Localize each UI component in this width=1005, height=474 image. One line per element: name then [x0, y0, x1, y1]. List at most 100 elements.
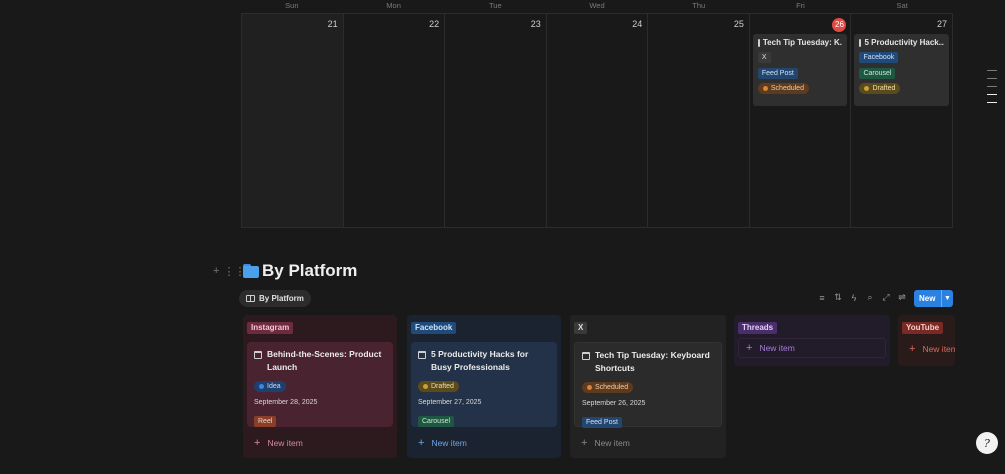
- status-label: Scheduled: [595, 384, 629, 391]
- sort-icon[interactable]: ⇅: [833, 292, 843, 303]
- event-title: Tech Tip Tuesday: K...: [762, 38, 843, 47]
- weekday-label: Wed: [589, 1, 605, 10]
- status-badge: Idea: [254, 381, 286, 392]
- calendar-day-cell[interactable]: 24: [547, 14, 649, 227]
- section-title[interactable]: By Platform: [262, 261, 357, 281]
- board-card[interactable]: 5 Productivity Hacks for Busy Profession…: [411, 342, 557, 427]
- calendar-event-card[interactable]: Tech Tip Tuesday: K... X Feed Post Sched…: [752, 34, 848, 106]
- help-label: ?: [984, 436, 990, 450]
- status-dot-icon: [259, 384, 264, 389]
- new-item-label: New item: [431, 438, 467, 448]
- format-tag: Feed Post: [582, 417, 622, 428]
- help-button[interactable]: ?: [976, 432, 998, 454]
- weekday-label: Tue: [488, 1, 502, 10]
- filter-icon[interactable]: ≡: [817, 293, 827, 303]
- card-date: September 26, 2025: [582, 400, 646, 407]
- board-card[interactable]: Behind-the-Scenes: Product Launch Idea S…: [247, 342, 393, 427]
- status-dot-icon: [864, 86, 870, 91]
- calendar-icon: [418, 351, 426, 359]
- new-item-label: New item: [759, 343, 795, 353]
- view-tab-by-platform[interactable]: By Platform: [239, 290, 311, 307]
- add-block-icon[interactable]: +: [213, 265, 219, 278]
- format-tag: Carousel: [859, 68, 896, 79]
- weekday-label: Fri: [796, 1, 805, 10]
- card-title: Tech Tip Tuesday: Keyboard Shortcuts: [595, 350, 710, 373]
- calendar-icon: [859, 38, 862, 47]
- board-card[interactable]: Tech Tip Tuesday: Keyboard Shortcuts Sch…: [574, 342, 722, 428]
- calendar-day-cell[interactable]: 22: [344, 14, 446, 227]
- card-date: September 28, 2025: [254, 399, 318, 406]
- database-toolbar: ≡ ⇅ ϟ ⌕ ⤢ ⇌: [817, 292, 907, 303]
- new-item-label: New item: [594, 438, 630, 448]
- day-number: 21: [327, 19, 338, 29]
- status-badge: Drafted: [859, 83, 901, 94]
- new-item-label: New item: [267, 438, 303, 448]
- plus-icon: +: [581, 437, 588, 449]
- day-number: 25: [733, 19, 744, 29]
- event-title: 5 Productivity Hack...: [864, 38, 945, 47]
- calendar-icon: [582, 352, 590, 360]
- block-controls[interactable]: + ⋮⋮: [213, 265, 245, 278]
- status-label: Drafted: [431, 383, 454, 390]
- new-button[interactable]: New ▼: [914, 290, 953, 307]
- calendar-day-cell-today[interactable]: 26 Tech Tip Tuesday: K... X Feed Post Sc…: [750, 14, 852, 227]
- column-title[interactable]: X: [574, 322, 588, 334]
- view-tab-label: By Platform: [259, 294, 304, 303]
- format-tag: Carousel: [418, 416, 455, 427]
- new-item-button[interactable]: + New item: [247, 437, 393, 449]
- calendar-day-cell[interactable]: 23: [445, 14, 547, 227]
- expand-icon[interactable]: ⤢: [881, 292, 891, 303]
- board-column-threads: Threads + New item: [734, 315, 890, 366]
- search-icon[interactable]: ⌕: [865, 292, 875, 303]
- plus-icon: +: [909, 343, 916, 355]
- status-dot-icon: [587, 385, 592, 390]
- event-title-row: 5 Productivity Hack...: [859, 38, 944, 47]
- weekday-label: Sat: [896, 1, 908, 10]
- day-number: 27: [937, 19, 948, 29]
- calendar-day-cell[interactable]: 27 5 Productivity Hack... Facebook Carou…: [851, 14, 954, 227]
- status-label: Drafted: [872, 85, 896, 92]
- board-view-icon: [246, 295, 255, 302]
- calendar-week-view: Sun Mon Tue Wed Thu Fri Sat 21 22 23 24 …: [241, 0, 954, 228]
- platform-tag: X: [757, 52, 771, 63]
- automation-icon[interactable]: ϟ: [849, 293, 859, 303]
- board-column-youtube: YouTube + New item: [898, 315, 955, 366]
- board-column-facebook: Facebook 5 Productivity Hacks for Busy P…: [407, 315, 561, 458]
- folder-icon: [243, 264, 259, 278]
- day-number: 24: [632, 19, 643, 29]
- status-dot-icon: [423, 384, 428, 389]
- status-badge: Drafted: [418, 381, 459, 392]
- calendar-day-cell[interactable]: 25: [648, 14, 750, 227]
- column-title[interactable]: Threads: [738, 322, 778, 334]
- day-number: 23: [530, 19, 541, 29]
- column-title[interactable]: YouTube: [902, 322, 944, 334]
- new-item-button[interactable]: + New item: [574, 437, 722, 449]
- new-item-button[interactable]: + New item: [738, 338, 886, 358]
- status-badge: Scheduled: [582, 382, 634, 393]
- calendar-day-cell[interactable]: 21: [242, 14, 344, 227]
- new-item-label: New item: [922, 344, 955, 354]
- calendar-event-card[interactable]: 5 Productivity Hack... Facebook Carousel…: [854, 34, 950, 106]
- board-column-x: X Tech Tip Tuesday: Keyboard Shortcuts S…: [570, 315, 726, 458]
- new-item-button[interactable]: + New item: [902, 343, 955, 355]
- column-title[interactable]: Instagram: [247, 322, 294, 334]
- weekday-label: Mon: [386, 1, 401, 10]
- outline-markers[interactable]: [987, 70, 997, 110]
- calendar-icon: [757, 38, 760, 47]
- new-button-label: New: [919, 294, 936, 303]
- event-title-row: Tech Tip Tuesday: K...: [757, 38, 843, 47]
- format-tag: Reel: [254, 416, 277, 427]
- settings-icon[interactable]: ⇌: [897, 292, 907, 303]
- plus-icon: +: [254, 437, 261, 449]
- day-number: 22: [429, 19, 440, 29]
- plus-icon: +: [418, 437, 425, 449]
- new-item-button[interactable]: + New item: [411, 437, 557, 449]
- card-title: 5 Productivity Hacks for Busy Profession…: [431, 349, 529, 372]
- chevron-down-icon[interactable]: ▼: [941, 290, 953, 307]
- board-column-instagram: Instagram Behind-the-Scenes: Product Lau…: [243, 315, 397, 458]
- plus-icon: +: [746, 342, 753, 354]
- weekday-label: Thu: [692, 1, 706, 10]
- column-title[interactable]: Facebook: [411, 322, 457, 334]
- status-badge: Scheduled: [757, 83, 809, 94]
- card-title: Behind-the-Scenes: Product Launch: [267, 349, 382, 372]
